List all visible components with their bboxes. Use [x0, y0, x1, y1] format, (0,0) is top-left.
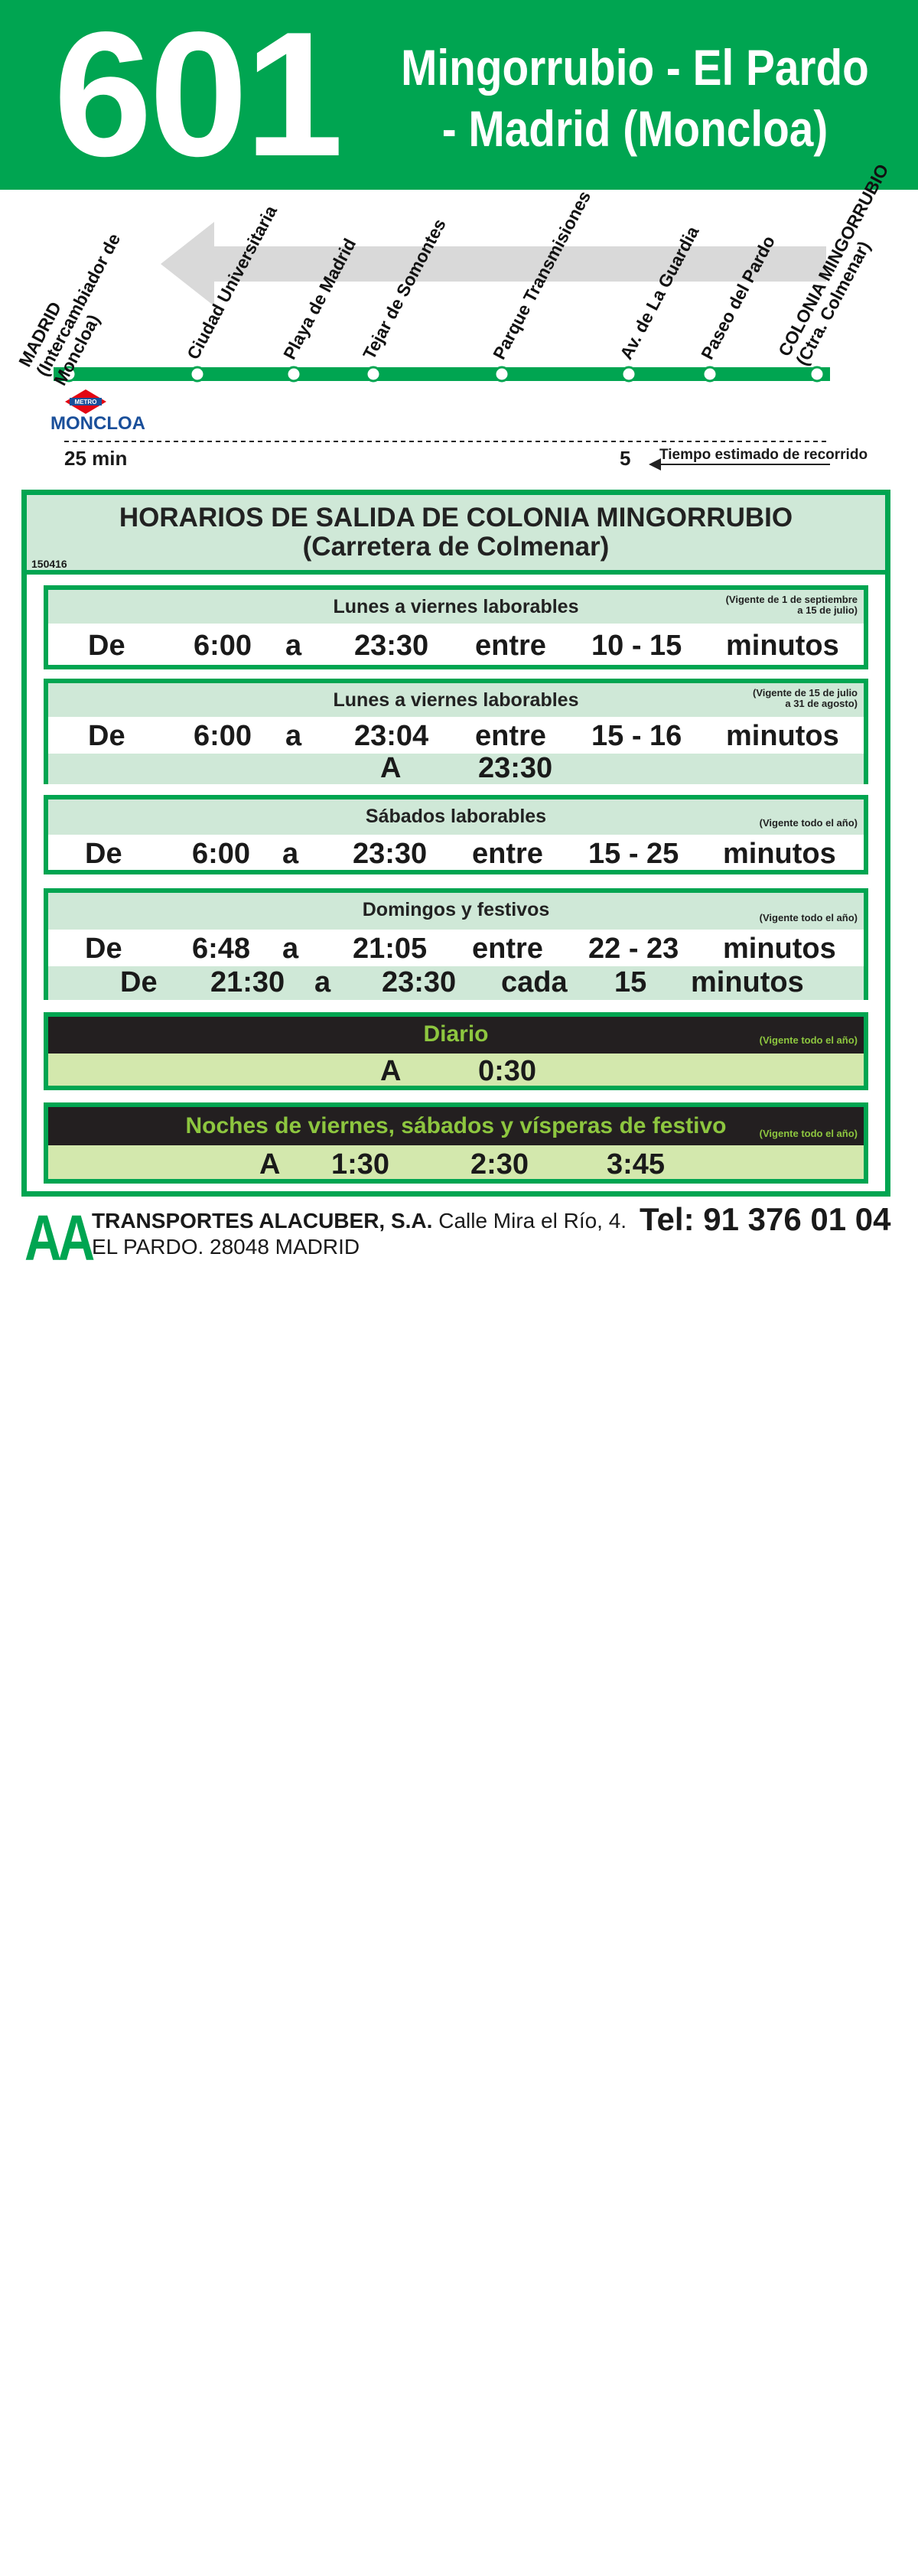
stop-dot	[702, 366, 718, 383]
row-time: 1:30	[331, 1148, 390, 1181]
row-a: a	[285, 720, 302, 752]
schedule-block-sundays: Domingos y festivos (Vigente todo el año…	[44, 888, 868, 1000]
block-validity: (Vigente todo el año)	[759, 1034, 858, 1046]
row-de: De	[88, 630, 125, 662]
row-a: a	[282, 838, 299, 870]
row-de: De	[120, 966, 158, 998]
block-title: Lunes a viernes laborables	[333, 689, 579, 711]
row-a: A	[259, 1148, 281, 1181]
row-to-time: 23:30	[353, 838, 428, 870]
route-header: 601 Mingorrubio - El Pardo - Madrid (Mon…	[0, 0, 918, 190]
route-name-line2: - Madrid (Moncloa)	[441, 100, 828, 157]
block-validity: (Vigente todo el año)	[759, 1128, 858, 1139]
stop-dot	[189, 366, 206, 383]
schedule-block-nights: Noches de viernes, sábados y vísperas de…	[44, 1102, 868, 1184]
row-to-time: 21:05	[353, 933, 428, 965]
row-a: a	[314, 966, 331, 998]
travel-time-caption: Tiempo estimado de recorrido	[659, 447, 868, 463]
metro-logo-text: METRO	[75, 399, 97, 405]
metro-station-name: MONCLOA	[50, 413, 145, 434]
row-a: a	[282, 933, 299, 965]
stop-dot	[809, 366, 825, 383]
row-to-time: 23:04	[354, 720, 429, 752]
row-to-time: 23:30	[382, 966, 457, 998]
row-a: A	[380, 752, 402, 784]
travel-time-total: 25 min	[64, 447, 128, 470]
block-validity: (Vigente de 15 de julio a 31 de agosto)	[752, 687, 858, 709]
row-de: De	[85, 933, 122, 965]
route-name-line1: Mingorrubio - El Pardo	[401, 39, 869, 96]
stop-dot	[620, 366, 637, 383]
route-number: 601	[54, 0, 343, 194]
company-phone: Tel: 91 376 01 04	[640, 1201, 891, 1237]
row-time: 3:45	[607, 1148, 666, 1181]
row-unit: minutos	[723, 838, 836, 870]
travel-time-last: 5	[620, 447, 631, 470]
schedule-code: 150416	[31, 558, 67, 570]
block-validity: (Vigente todo el año)	[759, 912, 858, 923]
row-de: De	[85, 838, 122, 870]
schedule-block-weekdays-summer: Lunes a viernes laborables (Vigente de 1…	[44, 679, 868, 784]
route-name: Mingorrubio - El Pardo - Madrid (Moncloa…	[398, 37, 871, 159]
company-logo: AA	[24, 1202, 95, 1274]
company-address: Calle Mira el Río, 4.	[432, 1209, 627, 1233]
row-from-time: 6:00	[192, 838, 251, 870]
block-title: Noches de viernes, sábados y vísperas de…	[185, 1113, 727, 1138]
row-from-time: 6:00	[194, 720, 252, 752]
stop-dot	[285, 366, 302, 383]
row-frequency: 15 - 25	[588, 838, 679, 870]
row-a: a	[285, 630, 302, 662]
metro-logo-icon: METRO	[65, 389, 106, 414]
row-frequency: 10 - 15	[591, 630, 682, 662]
row-to-time: 23:30	[354, 630, 429, 662]
row-a: A	[380, 1055, 402, 1087]
row-from-time: 21:30	[210, 966, 285, 998]
schedule-panel: HORARIOS DE SALIDA DE COLONIA MINGORRUBI…	[21, 490, 890, 1197]
schedule-block-daily: Diario (Vigente todo el año) A 0:30	[44, 1012, 868, 1090]
block-title: Sábados laborables	[365, 806, 547, 827]
row-frequency: 15	[614, 966, 647, 998]
company-name: TRANSPORTES ALACUBER, S.A.	[92, 1209, 433, 1233]
stop-dot	[493, 366, 510, 383]
row-entre: entre	[472, 838, 543, 870]
schedule-title: HORARIOS DE SALIDA DE COLONIA MINGORRUBI…	[119, 503, 793, 532]
block-validity: (Vigente de 1 de septiembre a 15 de juli…	[725, 594, 858, 616]
row-time: 2:30	[470, 1148, 529, 1181]
company-name-address: TRANSPORTES ALACUBER, S.A. Calle Mira el…	[92, 1209, 627, 1233]
block-title: Diario	[423, 1021, 489, 1047]
block-row-bar	[48, 754, 864, 784]
schedule-header: HORARIOS DE SALIDA DE COLONIA MINGORRUBI…	[27, 495, 885, 575]
row-entre: entre	[475, 630, 546, 662]
row-unit: minutos	[723, 933, 836, 965]
schedule-block-saturdays: Sábados laborables (Vigente todo el año)…	[44, 795, 868, 874]
row-time: 23:30	[478, 752, 553, 784]
row-unit: minutos	[726, 720, 839, 752]
row-from-time: 6:00	[194, 630, 252, 662]
row-time: 0:30	[478, 1055, 537, 1087]
row-unit: minutos	[726, 630, 839, 662]
row-entre: entre	[472, 933, 543, 965]
row-cada: cada	[501, 966, 568, 998]
row-from-time: 6:48	[192, 933, 251, 965]
row-entre: entre	[475, 720, 546, 752]
row-frequency: 22 - 23	[588, 933, 679, 965]
schedule-block-weekdays-winter: Lunes a viernes laborables (Vigente de 1…	[44, 585, 868, 669]
company-city: EL PARDO. 28048 MADRID	[92, 1235, 360, 1259]
row-frequency: 15 - 16	[591, 720, 682, 752]
stop-dot	[365, 366, 382, 383]
schedule-subtitle: (Carretera de Colmenar)	[302, 532, 610, 562]
row-unit: minutos	[691, 966, 804, 998]
row-de: De	[88, 720, 125, 752]
block-title: Domingos y festivos	[362, 899, 550, 920]
block-validity: (Vigente todo el año)	[759, 817, 858, 829]
